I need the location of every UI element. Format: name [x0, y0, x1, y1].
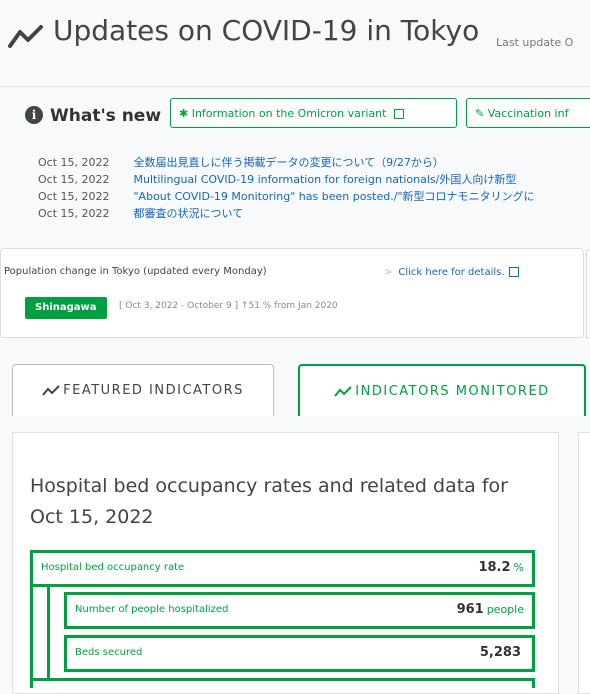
population-title: Population change in Tokyo (updated ever… [4, 266, 267, 277]
external-link-icon [393, 109, 404, 119]
tab-indicators-monitored[interactable]: INDICATORS MONITORED [298, 364, 586, 416]
news-date: Oct 15, 2022 [38, 207, 110, 220]
bracket-line [47, 587, 50, 678]
bed-occupancy-rate-row: Hospital bed occupancy rate 18.2% [30, 550, 535, 587]
list-item: Oct 15, 2022 Multilingual COVID-19 infor… [38, 171, 535, 188]
next-card-edge [578, 432, 590, 694]
row-label: Number of people hospitalized [75, 604, 229, 615]
value-unit: people [486, 603, 524, 616]
details-link-label: Click here for details. [398, 267, 505, 278]
row-value: 961 people [457, 602, 524, 617]
tab-featured-indicators[interactable]: FEATURED INDICATORS [12, 364, 274, 416]
site-title: Updates on COVID-19 in Tokyo [53, 14, 480, 47]
external-link-icon [508, 267, 519, 277]
value-number: 5,283 [479, 645, 521, 660]
tab-label: FEATURED INDICATORS [63, 383, 244, 398]
beds-secured-row: Beds secured 5,283 [64, 635, 535, 672]
info-icon: i [25, 106, 43, 124]
news-link[interactable]: 全数届出見直しに伴う掲載データの変更について（9/27から） [134, 156, 444, 169]
hospital-bed-card: Hospital bed occupancy rates and related… [12, 432, 559, 694]
value-number: 18.2 [478, 560, 511, 575]
vaccination-info-button[interactable]: ✎ Vaccination inf [466, 98, 590, 128]
asterisk-icon: ✱ [179, 107, 189, 120]
list-item: Oct 15, 2022 "About COVID-19 Monitoring"… [38, 188, 535, 205]
value-number: 961 [456, 602, 484, 617]
news-date: Oct 15, 2022 [38, 173, 110, 186]
site-header: Updates on COVID-19 in Tokyo Last update… [0, 0, 590, 87]
news-list: Oct 15, 2022 全数届出見直しに伴う掲載データの変更について（9/27… [38, 154, 535, 222]
card-title: Hospital bed occupancy rates and related… [30, 475, 508, 528]
vaccination-info-label: Vaccination inf [487, 107, 569, 120]
news-date: Oct 15, 2022 [38, 190, 110, 203]
next-row-edge [30, 678, 535, 688]
trend-line-icon [8, 25, 43, 48]
trend-line-icon [334, 385, 353, 397]
list-item: Oct 15, 2022 都審査の状況について [38, 205, 535, 222]
hospitalized-row: Number of people hospitalized 961 people [64, 592, 535, 629]
tab-label: INDICATORS MONITORED [355, 384, 550, 399]
list-item: Oct 15, 2022 全数届出見直しに伴う掲載データの変更について（9/27… [38, 154, 535, 171]
last-update-text: Last update O [496, 36, 574, 49]
news-link[interactable]: Multilingual COVID-19 information for fo… [134, 173, 517, 186]
syringe-icon: ✎ [475, 107, 485, 120]
news-link[interactable]: 都審査の状況について [134, 207, 244, 220]
population-details-link[interactable]: > Click here for details. [384, 267, 519, 278]
population-period: [ Oct 3, 2022 - October 9 ] ↑51 % from J… [119, 301, 338, 311]
whats-new-section: i What's new ✱ Information on the Omicro… [0, 92, 590, 242]
value-unit: % [513, 561, 524, 574]
row-label: Beds secured [75, 647, 143, 658]
next-card-edge [586, 250, 590, 338]
omicron-info-button[interactable]: ✱ Information on the Omicron variant [170, 98, 457, 128]
omicron-info-label: Information on the Omicron variant [191, 107, 387, 120]
trend-line-icon [42, 384, 60, 396]
population-change-card: Population change in Tokyo (updated ever… [0, 248, 584, 338]
row-label: Hospital bed occupancy rate [41, 562, 185, 573]
news-date: Oct 15, 2022 [38, 156, 110, 169]
bracket-line [30, 587, 33, 678]
whats-new-title: What's new [50, 106, 162, 126]
row-value: 18.2% [478, 560, 524, 575]
row-value: 5,283 [480, 645, 524, 660]
chevron-right-icon: > [384, 267, 393, 278]
area-badge: Shinagawa [25, 297, 107, 319]
news-link[interactable]: "About COVID-19 Monitoring" has been pos… [134, 190, 535, 203]
